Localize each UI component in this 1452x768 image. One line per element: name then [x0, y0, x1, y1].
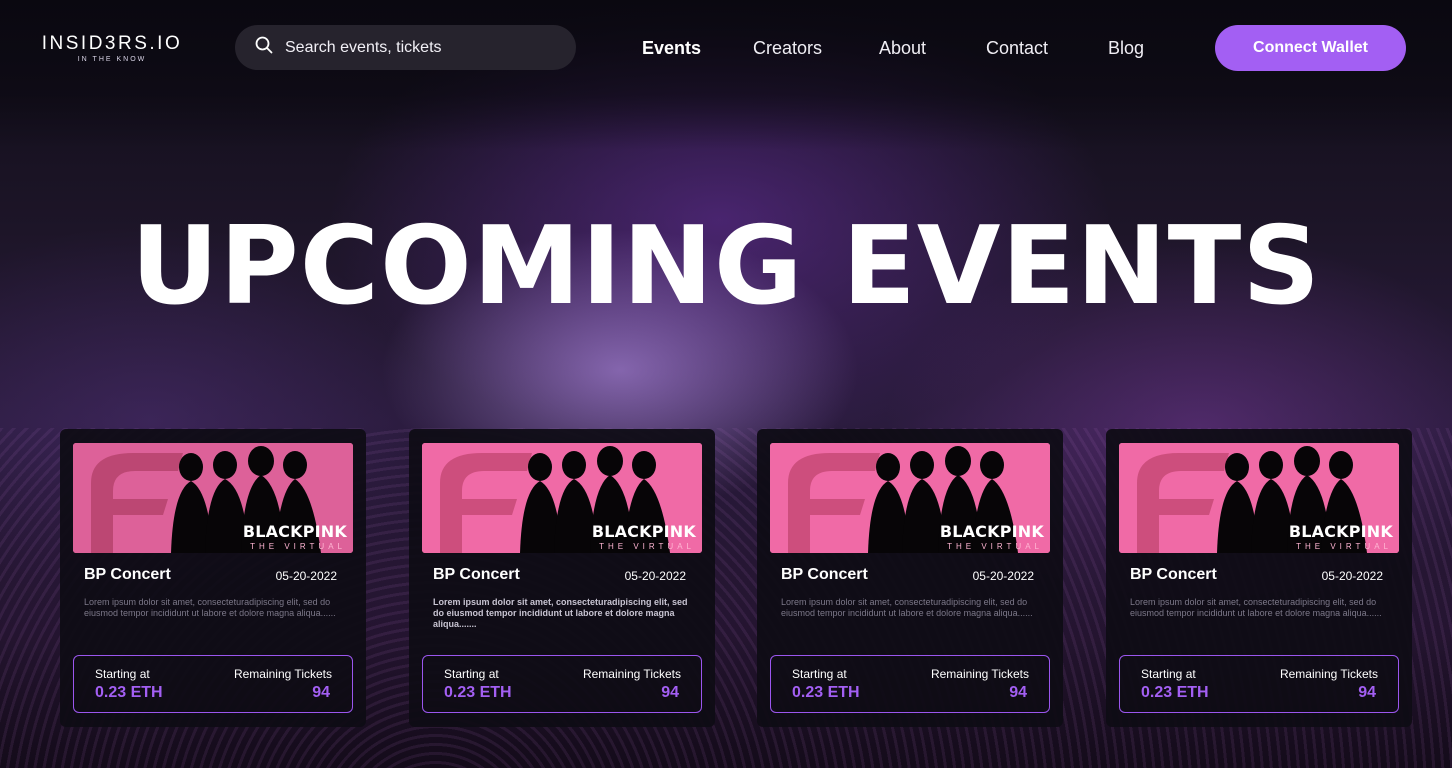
poster-subtitle: THE VIRTUAL [599, 542, 695, 551]
starting-at-label: Starting at [792, 667, 847, 681]
logo-name: INSID3RS.IO [41, 33, 183, 54]
ticket-info-box[interactable]: Starting at Remaining Tickets 0.23 ETH 9… [73, 655, 353, 713]
remaining-tickets-label: Remaining Tickets [582, 667, 681, 681]
remaining-tickets-value: 94 [661, 684, 679, 701]
event-date: 05-20-2022 [972, 569, 1034, 583]
event-card[interactable]: BLACKPINK THE VIRTUAL BP Concert 05-20-2… [757, 429, 1063, 727]
ticket-info-box[interactable]: Starting at Remaining Tickets 0.23 ETH 9… [1119, 655, 1399, 713]
event-card[interactable]: BLACKPINK THE VIRTUAL BP Concert 05-20-2… [409, 429, 715, 727]
price-value: 0.23 ETH [444, 684, 512, 701]
poster-subtitle: THE VIRTUAL [1296, 542, 1392, 551]
remaining-tickets-value: 94 [312, 684, 330, 701]
event-description: Lorem ipsum dolor sit amet, consectetura… [1130, 597, 1382, 618]
event-poster[interactable]: BLACKPINK THE VIRTUAL [422, 443, 702, 553]
logo[interactable]: INSID3RS.IO IN THE KNOW [37, 34, 187, 64]
poster-subtitle: THE VIRTUAL [250, 542, 346, 551]
price-value: 0.23 ETH [1141, 684, 1209, 701]
event-title[interactable]: BP Concert [433, 565, 520, 585]
event-title[interactable]: BP Concert [84, 565, 171, 585]
nav-about[interactable]: About [879, 36, 926, 60]
starting-at-label: Starting at [1141, 667, 1196, 681]
search-icon[interactable] [255, 36, 273, 59]
event-date: 05-20-2022 [275, 569, 337, 583]
event-poster[interactable]: BLACKPINK THE VIRTUAL [73, 443, 353, 553]
event-date: 05-20-2022 [624, 569, 686, 583]
search-input[interactable] [285, 38, 545, 57]
nav-creators[interactable]: Creators [753, 36, 822, 60]
logo-tagline: IN THE KNOW [77, 56, 147, 63]
poster-brand: BLACKPINK [1288, 522, 1393, 541]
page-title: UPCOMING EVENTS [130, 204, 1322, 329]
connect-wallet-button[interactable]: Connect Wallet [1215, 25, 1406, 71]
nav-blog[interactable]: Blog [1108, 36, 1144, 60]
event-list: BLACKPINK THE VIRTUAL BP Concert 05-20-2… [0, 429, 1452, 729]
remaining-tickets-label: Remaining Tickets [930, 667, 1029, 681]
search-bar[interactable] [235, 25, 576, 70]
event-title[interactable]: BP Concert [781, 565, 868, 585]
poster-subtitle: THE VIRTUAL [947, 542, 1043, 551]
site-header: INSID3RS.IO IN THE KNOW Events Creators … [0, 0, 1452, 95]
remaining-tickets-value: 94 [1358, 684, 1376, 701]
starting-at-label: Starting at [444, 667, 499, 681]
event-card[interactable]: BLACKPINK THE VIRTUAL BP Concert 05-20-2… [1106, 429, 1412, 727]
event-description: Lorem ipsum dolor sit amet, consectetura… [781, 597, 1033, 618]
price-value: 0.23 ETH [95, 684, 163, 701]
ticket-info-box[interactable]: Starting at Remaining Tickets 0.23 ETH 9… [422, 655, 702, 713]
nav-events[interactable]: Events [642, 36, 701, 60]
event-poster[interactable]: BLACKPINK THE VIRTUAL [1119, 443, 1399, 553]
poster-brand: BLACKPINK [591, 522, 696, 541]
remaining-tickets-label: Remaining Tickets [233, 667, 332, 681]
nav-contact[interactable]: Contact [986, 36, 1048, 60]
event-description: Lorem ipsum dolor sit amet, consectetura… [84, 597, 336, 618]
event-card[interactable]: BLACKPINK THE VIRTUAL BP Concert 05-20-2… [60, 429, 366, 727]
starting-at-label: Starting at [95, 667, 150, 681]
event-description: Lorem ipsum dolor sit amet, consectetura… [433, 597, 688, 629]
event-date: 05-20-2022 [1321, 569, 1383, 583]
ticket-info-box[interactable]: Starting at Remaining Tickets 0.23 ETH 9… [770, 655, 1050, 713]
poster-brand: BLACKPINK [939, 522, 1044, 541]
remaining-tickets-value: 94 [1009, 684, 1027, 701]
price-value: 0.23 ETH [792, 684, 860, 701]
poster-brand: BLACKPINK [242, 522, 347, 541]
event-poster[interactable]: BLACKPINK THE VIRTUAL [770, 443, 1050, 553]
remaining-tickets-label: Remaining Tickets [1279, 667, 1378, 681]
event-title[interactable]: BP Concert [1130, 565, 1217, 585]
